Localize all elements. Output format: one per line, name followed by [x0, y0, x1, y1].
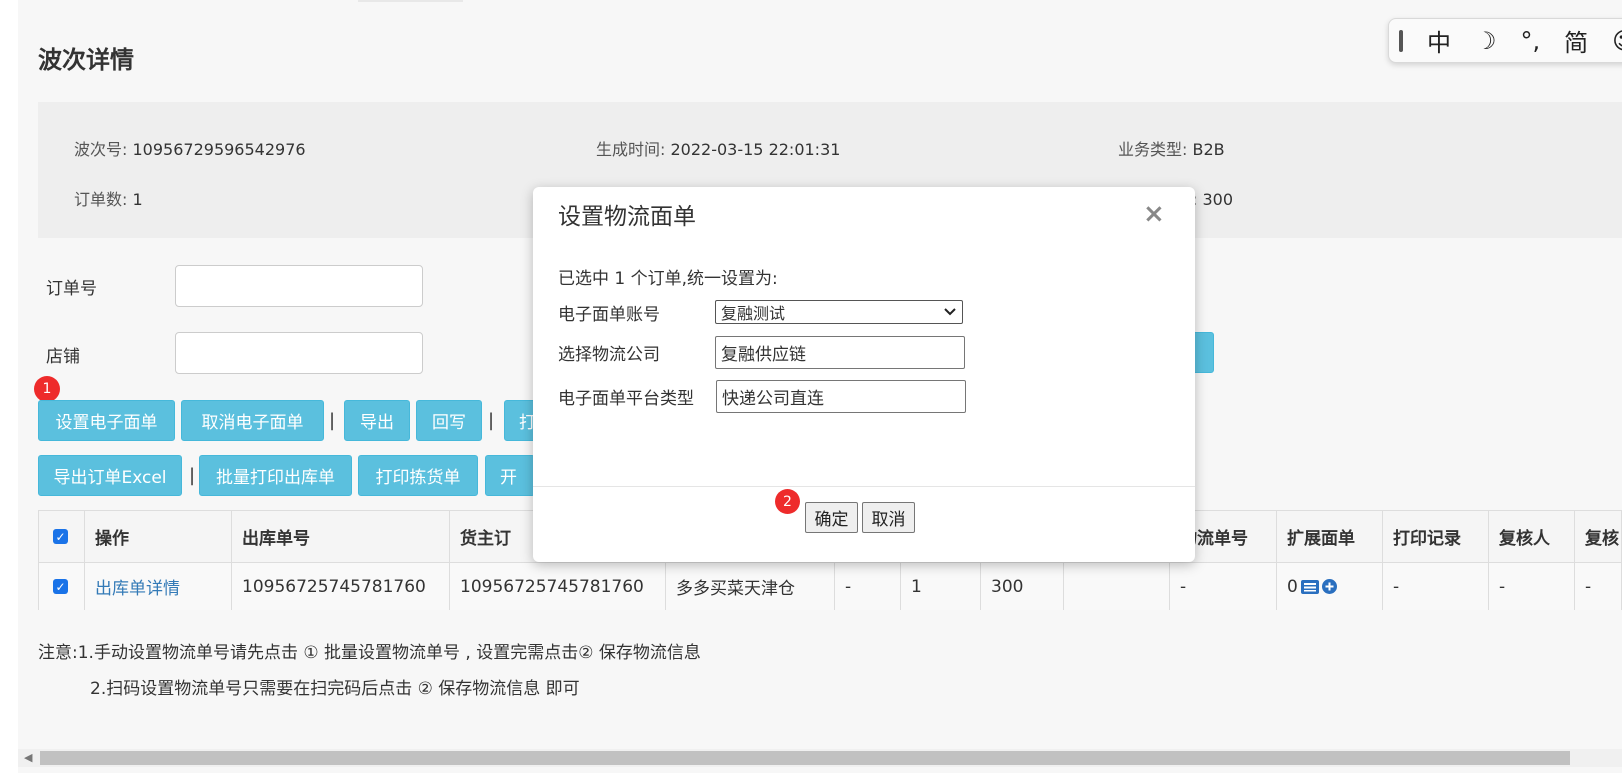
- row-tracking-no: -: [1170, 563, 1277, 610]
- toolbar-separator: |: [488, 410, 495, 431]
- row-outbound-no: 10956725745781760: [232, 563, 450, 610]
- close-icon[interactable]: ×: [1143, 199, 1165, 229]
- export-button[interactable]: 导出: [344, 400, 410, 441]
- row-operation-cell: 出库单详情: [85, 563, 232, 610]
- scroll-left-arrow-icon[interactable]: ◀: [24, 751, 32, 764]
- outbound-detail-link[interactable]: 出库单详情: [95, 574, 180, 599]
- page: 波次详情 波次号: 10956729596542976 生成时间: 2022-0…: [18, 0, 1622, 773]
- row-select-cell: ✓: [39, 563, 85, 610]
- order-count-value: 1: [132, 190, 143, 209]
- row-reviewer: -: [1489, 563, 1575, 610]
- header-outbound-no: 出库单号: [232, 511, 450, 562]
- gen-time-field: 生成时间: 2022-03-15 22:01:31: [596, 140, 841, 159]
- gen-time-value: 2022-03-15 22:01:31: [670, 140, 841, 159]
- row-col-5: -: [835, 563, 901, 610]
- header-extended-waybill: 扩展面单: [1277, 511, 1383, 562]
- write-back-button[interactable]: 回写: [416, 400, 482, 441]
- row-warehouse: 多多买菜天津仓: [666, 563, 835, 610]
- open-button[interactable]: 开: [485, 455, 535, 496]
- dialog-footer-divider: [533, 486, 1195, 487]
- plus-circle-icon[interactable]: [1321, 579, 1337, 594]
- moon-icon[interactable]: ☽: [1475, 27, 1497, 55]
- wave-no-value: 10956729596542976: [132, 140, 306, 159]
- cancel-button[interactable]: 取消: [862, 502, 915, 533]
- top-tab-indicator: [358, 0, 463, 2]
- shop-input[interactable]: [175, 332, 423, 374]
- chevron-down-icon: [944, 308, 956, 316]
- select-all-cell: ✓: [39, 511, 85, 562]
- order-no-input[interactable]: [175, 265, 423, 307]
- scrollbar-thumb[interactable]: [40, 751, 1570, 765]
- extended-waybill-count: 0: [1287, 576, 1298, 597]
- ime-punctuation-mode[interactable]: °,: [1521, 27, 1541, 55]
- row-owner-order: 10956725745781760: [450, 563, 666, 610]
- step-2-badge: 2: [775, 489, 800, 514]
- shop-label: 店铺: [46, 347, 80, 367]
- select-all-checkbox[interactable]: ✓: [53, 529, 68, 544]
- e-waybill-account-select[interactable]: 复融测试: [715, 300, 963, 324]
- e-waybill-account-value: 复融测试: [721, 304, 786, 323]
- header-review: 复核: [1575, 511, 1622, 562]
- table-row: ✓ 出库单详情 10956725745781760 10956725745781…: [39, 563, 1621, 610]
- waybill-platform-type-label: 电子面单平台类型: [558, 389, 694, 409]
- row-col-7: 300: [981, 563, 1064, 610]
- cancel-e-waybill-button[interactable]: 取消电子面单: [181, 400, 324, 441]
- dialog-intro: 已选中 1 个订单,统一设置为:: [558, 269, 778, 289]
- toolbar-separator: |: [329, 410, 336, 431]
- page-title: 波次详情: [38, 46, 134, 74]
- set-logistics-waybill-dialog: 设置物流面单 × 已选中 1 个订单,统一设置为: 电子面单账号 复融测试 选择…: [533, 187, 1195, 562]
- waybill-platform-type-input[interactable]: 快递公司直连: [716, 380, 966, 413]
- wave-no-field: 波次号: 10956729596542976: [74, 140, 306, 159]
- logistics-company-input[interactable]: 复融供应链: [715, 336, 965, 369]
- note-line-2: 2.扫码设置物流单号只需要在扫完码后点击 ② 保存物流信息 即可: [90, 679, 580, 699]
- row-extended-waybill: 0: [1277, 563, 1383, 610]
- step-1-badge: 1: [34, 376, 60, 402]
- set-e-waybill-button[interactable]: 设置电子面单: [38, 400, 175, 441]
- list-icon[interactable]: [1300, 579, 1319, 594]
- row-review: -: [1575, 563, 1622, 610]
- row-col-8: [1064, 563, 1170, 610]
- e-waybill-account-label: 电子面单账号: [558, 305, 660, 325]
- order-no-label: 订单号: [46, 279, 97, 299]
- header-reviewer: 复核人: [1489, 511, 1575, 562]
- row-col-6: 1: [901, 563, 981, 610]
- row-checkbox[interactable]: ✓: [53, 579, 68, 594]
- note-line-1: 注意:1.手动设置物流单号请先点击 ① 批量设置物流单号 , 设置完需点击② 保…: [38, 643, 701, 663]
- print-picking-list-button[interactable]: 打印拣货单: [358, 455, 478, 496]
- toolbar-separator: |: [189, 465, 196, 486]
- ime-chinese-mode[interactable]: 中: [1427, 23, 1451, 58]
- header-operation: 操作: [85, 511, 232, 562]
- row-print-record: -: [1383, 563, 1489, 610]
- batch-print-outbound-button[interactable]: 批量打印出库单: [199, 455, 352, 496]
- biz-type-field: 业务类型: B2B: [1118, 140, 1225, 159]
- ime-toolbar: 中 ☽ °, 简 ☺: [1388, 18, 1622, 63]
- ime-simplified-mode[interactable]: 简: [1564, 23, 1588, 58]
- order-count-field: 订单数: 1: [74, 190, 143, 209]
- export-orders-excel-button[interactable]: 导出订单Excel: [38, 455, 182, 496]
- smiley-icon[interactable]: ☺: [1612, 27, 1622, 55]
- horizontal-scrollbar[interactable]: ◀: [18, 749, 1622, 767]
- biz-type-value: B2B: [1192, 140, 1225, 159]
- other-count-value: 300: [1202, 190, 1234, 209]
- header-print-record: 打印记录: [1383, 511, 1489, 562]
- logistics-company-label: 选择物流公司: [558, 345, 660, 365]
- ime-drag-handle[interactable]: [1399, 29, 1403, 52]
- dialog-title: 设置物流面单: [558, 204, 696, 230]
- confirm-button[interactable]: 确定: [805, 502, 858, 533]
